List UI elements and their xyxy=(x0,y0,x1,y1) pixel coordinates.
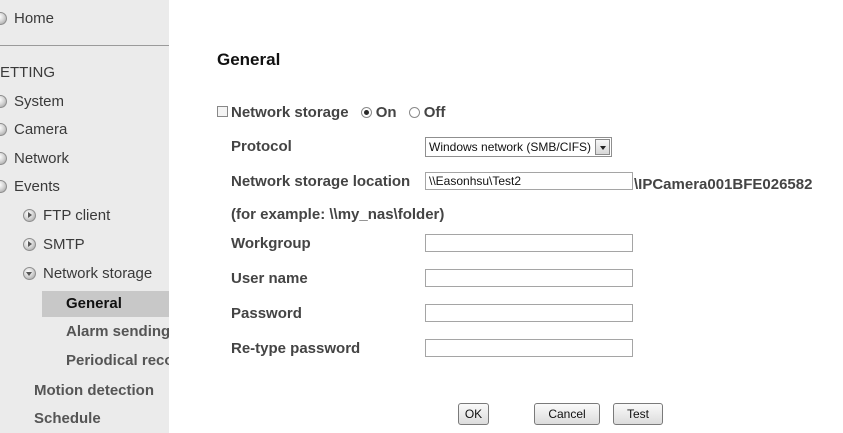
page-title: General xyxy=(217,50,281,69)
sidebar-item-ftp-client[interactable]: FTP client xyxy=(23,203,110,229)
test-button[interactable]: Test xyxy=(613,403,663,425)
off-label: Off xyxy=(423,104,446,121)
cancel-button[interactable]: Cancel xyxy=(534,403,600,425)
sidebar-item-label: FTP client xyxy=(43,207,111,224)
network-storage-on-radio[interactable] xyxy=(360,107,372,118)
workgroup-input[interactable] xyxy=(425,234,633,252)
sidebar-item-camera[interactable]: Camera xyxy=(0,117,67,143)
network-storage-off-radio[interactable] xyxy=(408,107,420,118)
network-storage-toggle-row: Network storage On Off xyxy=(217,104,445,121)
on-label: On xyxy=(375,104,397,121)
sidebar-item-label: Camera xyxy=(14,121,68,138)
sidebar-section-label: ETTING xyxy=(0,64,55,81)
ok-button[interactable]: OK xyxy=(458,403,489,425)
chevron-right-icon xyxy=(23,209,36,222)
sidebar-item-label: Motion detection xyxy=(34,382,154,399)
home-bullet-icon xyxy=(0,12,7,25)
collapse-box-icon[interactable] xyxy=(217,106,228,117)
bullet-icon xyxy=(0,123,7,136)
workgroup-label: Workgroup xyxy=(231,235,311,252)
bullet-icon xyxy=(0,180,7,193)
bullet-icon xyxy=(0,152,7,165)
sidebar-item-motion-detection[interactable]: Motion detection xyxy=(34,378,154,404)
sidebar-item-general[interactable]: General xyxy=(42,291,169,317)
password-input[interactable] xyxy=(425,304,633,322)
bullet-icon xyxy=(0,95,7,108)
sidebar-item-system[interactable]: System xyxy=(0,89,64,115)
protocol-select-value: Windows network (SMB/CIFS) xyxy=(429,140,592,154)
sidebar-item-label: Alarm sending xyxy=(66,323,169,340)
sidebar-item-alarm-sending[interactable]: Alarm sending xyxy=(66,319,169,345)
sidebar-item-network-storage[interactable]: Network storage xyxy=(23,261,152,287)
username-input[interactable] xyxy=(425,269,633,287)
password-label: Password xyxy=(231,305,302,322)
sidebar-item-label: Periodical recording xyxy=(66,352,169,369)
chevron-down-icon xyxy=(23,267,36,280)
location-example-text: (for example: \\my_nas\folder) xyxy=(231,206,445,223)
chevron-right-icon xyxy=(23,238,36,251)
chevron-down-icon[interactable] xyxy=(595,139,610,155)
sidebar-item-label: Events xyxy=(14,178,60,195)
network-storage-label: Network storage xyxy=(231,104,349,121)
sidebar-item-label: Home xyxy=(14,10,55,27)
sidebar-item-label: Network xyxy=(14,150,70,167)
sidebar-item-network[interactable]: Network xyxy=(0,146,69,172)
username-label: User name xyxy=(231,270,308,287)
retype-password-input[interactable] xyxy=(425,339,633,357)
sidebar-item-label: General xyxy=(66,295,122,312)
sidebar-item-home[interactable]: Home xyxy=(0,6,54,32)
protocol-select[interactable]: Windows network (SMB/CIFS) xyxy=(425,137,612,157)
location-suffix: \IPCamera001BFE026582 xyxy=(634,176,813,193)
sidebar-divider xyxy=(0,45,169,46)
sidebar-section-setting: ETTING xyxy=(0,60,55,86)
sidebar-item-label: SMTP xyxy=(43,236,85,253)
sidebar-item-label: System xyxy=(14,93,65,110)
sidebar: Home ETTING System Camera Network Events… xyxy=(0,0,169,433)
protocol-label: Protocol xyxy=(231,138,292,155)
sidebar-item-schedule[interactable]: Schedule xyxy=(34,406,101,432)
sidebar-item-label: Schedule xyxy=(34,410,101,427)
location-label: Network storage location xyxy=(231,173,411,190)
sidebar-item-periodical-recording[interactable]: Periodical recording xyxy=(66,348,169,374)
retype-password-label: Re-type password xyxy=(231,340,361,357)
sidebar-item-smtp[interactable]: SMTP xyxy=(23,232,85,258)
network-storage-location-input[interactable] xyxy=(425,172,633,190)
sidebar-item-label: Network storage xyxy=(43,265,153,282)
sidebar-item-events[interactable]: Events xyxy=(0,174,60,200)
